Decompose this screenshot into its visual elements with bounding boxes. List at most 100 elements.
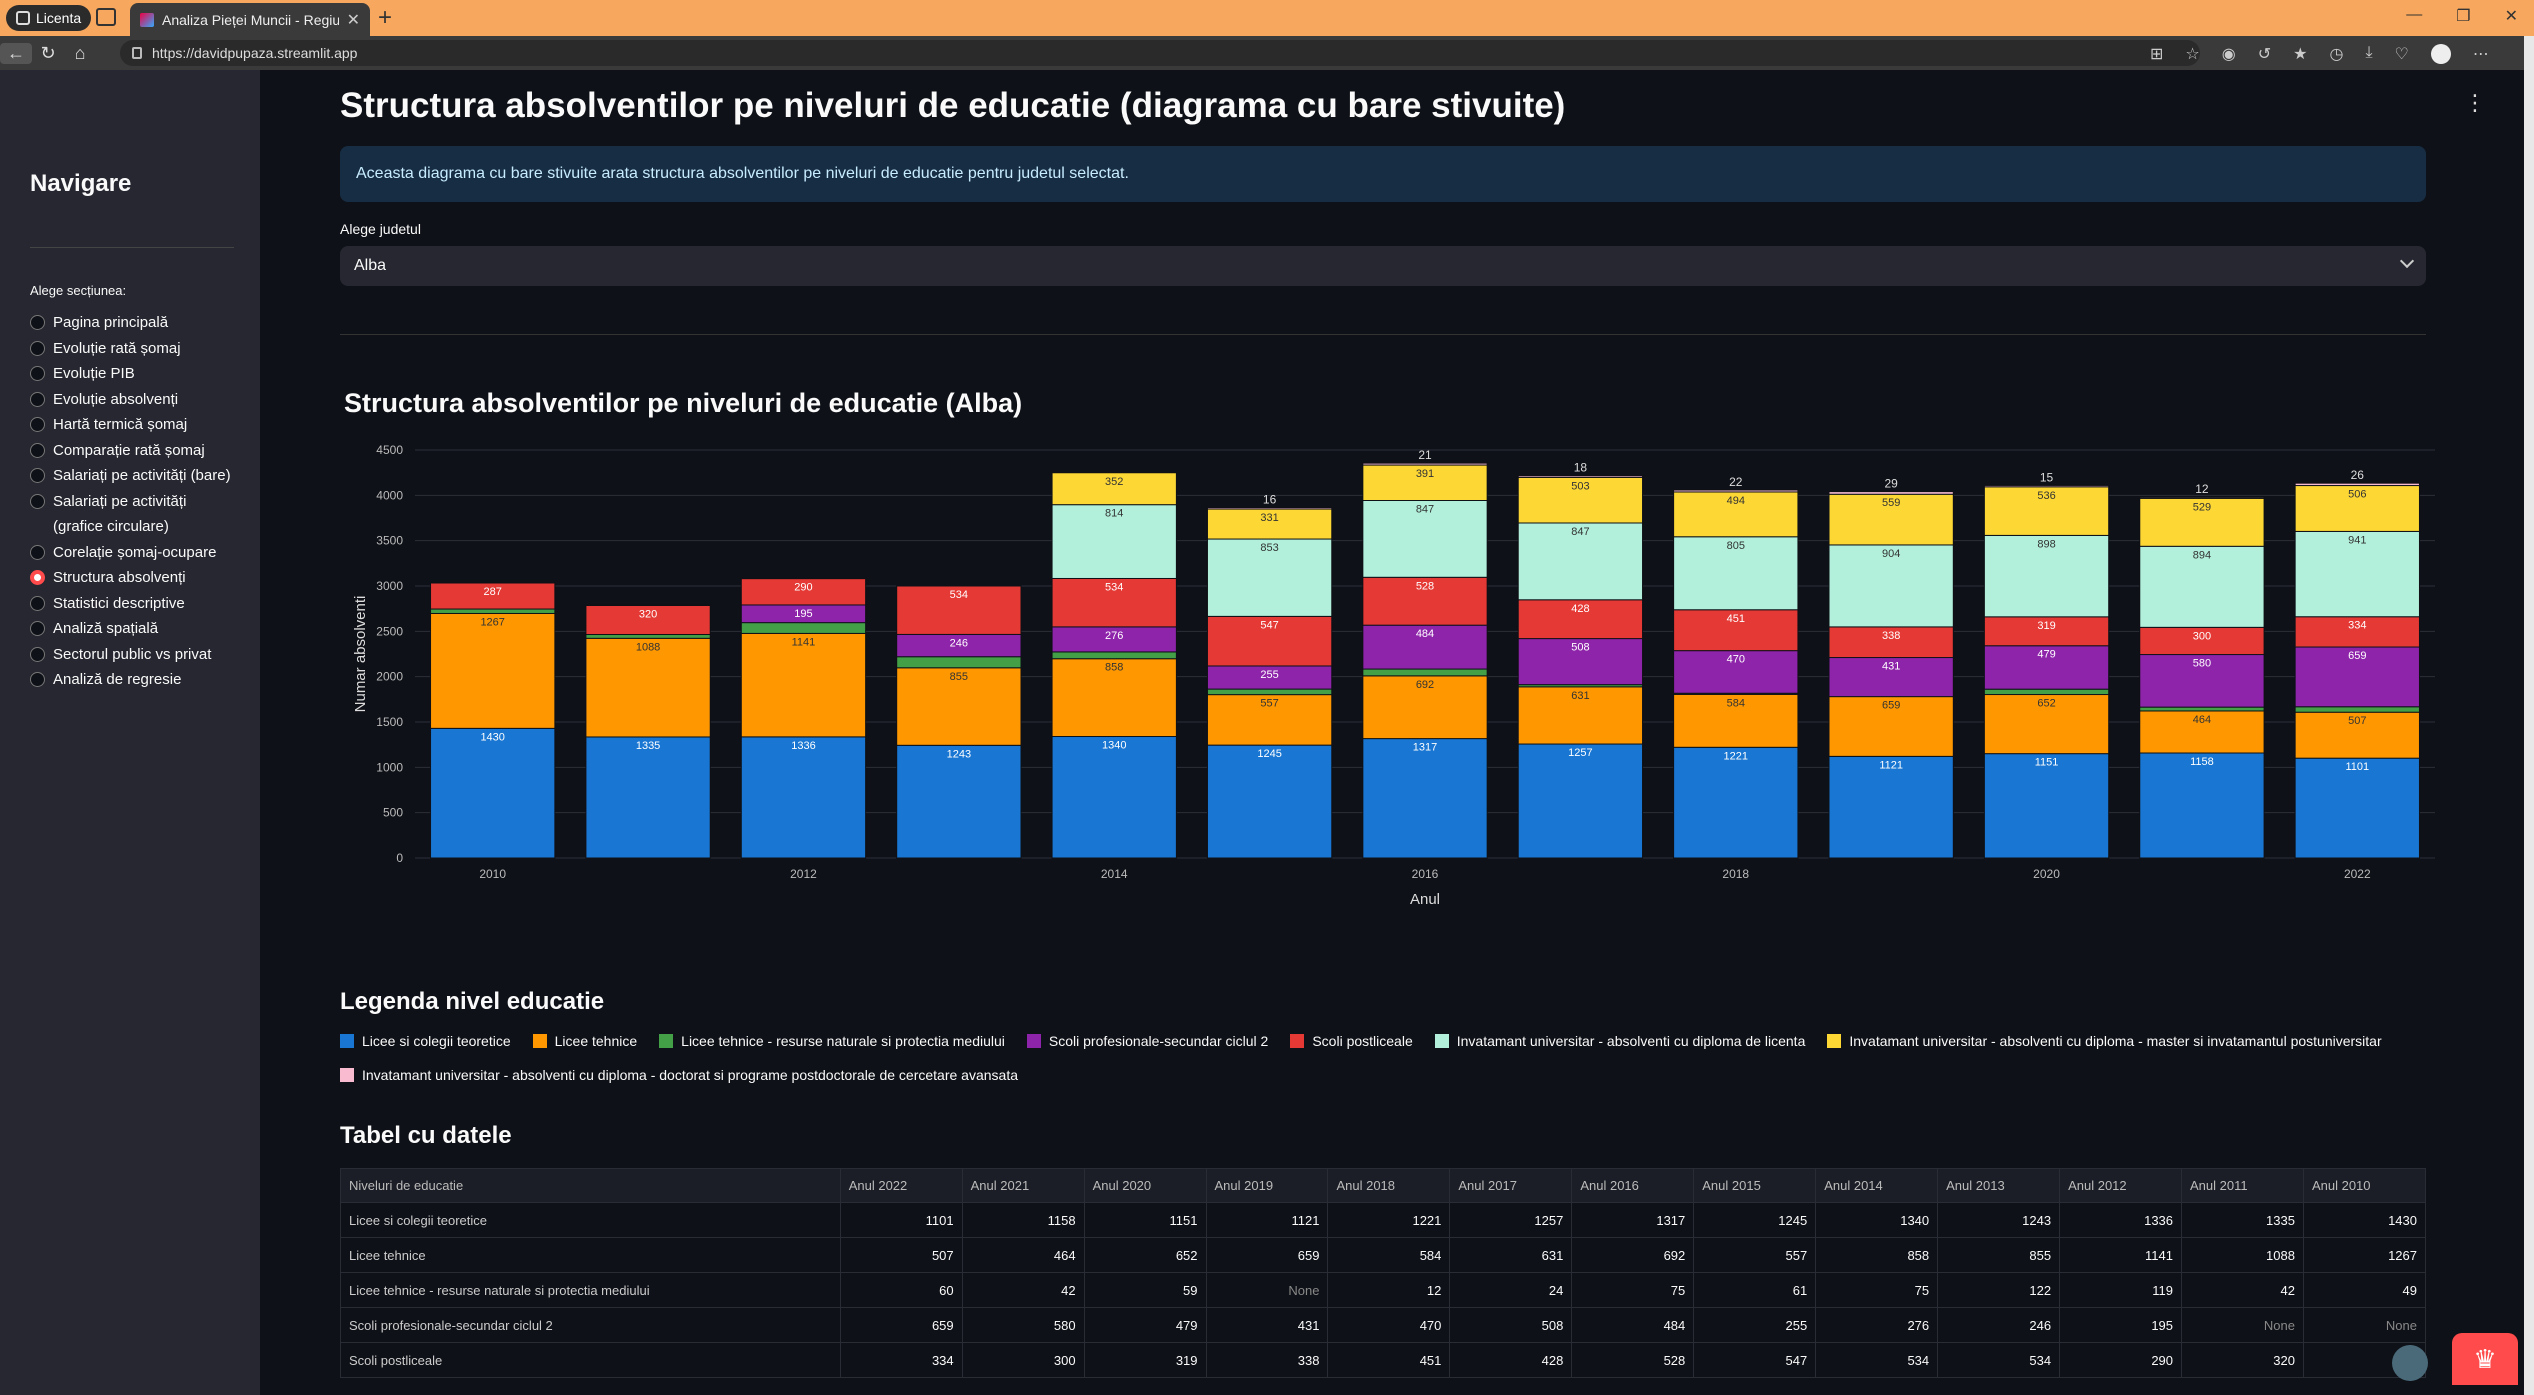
sidebar-radio-item[interactable]: Sectorul public vs privat (30, 642, 240, 668)
sidebar-radio-item[interactable]: Pagina principală (30, 310, 240, 336)
data-label: 1151 (2035, 757, 2059, 769)
table-cell: 464 (961, 1237, 1085, 1273)
streamlit-crown-button[interactable]: ♛ (2452, 1333, 2518, 1385)
table-header-cell[interactable]: Anul 2012 (2059, 1168, 2183, 1203)
bar-segment (430, 727, 556, 859)
data-label: 652 (2037, 698, 2055, 710)
radio-button-icon[interactable] (30, 672, 45, 687)
table-cell: 428 (1449, 1342, 1573, 1378)
avatar[interactable] (2430, 44, 2451, 64)
table-header-cell[interactable]: Anul 2016 (1571, 1168, 1695, 1203)
data-label: 814 (1105, 508, 1123, 520)
table-header-cell[interactable]: Anul 2011 (2181, 1168, 2304, 1203)
sidebar-radio-item[interactable]: Structura absolvenți (30, 565, 240, 591)
radio-button-icon[interactable] (30, 544, 45, 560)
table-header-cell[interactable]: Niveluri de educatie (340, 1168, 841, 1203)
viewer-avatar[interactable] (2392, 1345, 2428, 1381)
home-icon[interactable]: ⌂ (64, 43, 96, 64)
data-label: 506 (2348, 489, 2366, 501)
sidebar-radio-item[interactable]: Statistici descriptive (30, 591, 240, 617)
table-cell: 1245 (1693, 1202, 1817, 1238)
radio-button-icon[interactable] (30, 595, 45, 611)
sidebar-radio-item[interactable]: Evoluție PIB (30, 361, 240, 387)
data-label: 484 (1416, 628, 1434, 640)
sidebar-radio-item[interactable]: Evoluție rată șomaj (30, 336, 240, 362)
close-tab-icon[interactable]: ✕ (347, 10, 360, 30)
table-header-cell[interactable]: Anul 2022 (839, 1168, 963, 1203)
url-field[interactable]: https://davidpupaza.streamlit.app (120, 40, 2200, 66)
favorite-star-icon[interactable]: ☆ (2185, 44, 2199, 64)
radio-button-icon[interactable] (30, 366, 45, 381)
sidebar-radio-item[interactable]: Evoluție absolvenți (30, 387, 240, 413)
table-header-cell[interactable]: Anul 2017 (1449, 1168, 1573, 1203)
table-header-cell[interactable]: Anul 2020 (1083, 1168, 1207, 1203)
sidebar-radio-item[interactable]: Analiză de regresie (30, 667, 240, 693)
app-icon[interactable]: ⊞ (2150, 44, 2163, 64)
refresh-extension-icon[interactable]: ↺ (2258, 44, 2271, 64)
table-header-cell[interactable]: Anul 2018 (1327, 1168, 1451, 1203)
radio-button-icon[interactable] (30, 417, 45, 432)
tab-actions-icon[interactable] (96, 8, 116, 26)
radio-button-icon[interactable] (30, 468, 45, 483)
download-icon[interactable]: ⤓ (2365, 44, 2372, 64)
table-cell: 580 (961, 1307, 1085, 1343)
y-tick-label: 500 (383, 806, 403, 820)
sidebar-radio-label: Comparație rată șomaj (53, 441, 205, 459)
health-icon[interactable]: ♡ (2395, 44, 2409, 64)
data-label: 1243 (947, 748, 971, 760)
sidebar-radio-item[interactable]: Comparație rată șomaj (30, 438, 240, 464)
sidebar-radio-label: Evoluție absolvenți (53, 390, 179, 408)
new-tab-icon[interactable]: + (378, 4, 392, 32)
sidebar-radio-item[interactable]: Corelație șomaj-ocupare (30, 540, 240, 566)
back-icon[interactable]: ← (0, 42, 32, 64)
table-cell: 195 (2059, 1307, 2183, 1343)
radio-button-icon[interactable] (30, 493, 45, 509)
history-icon[interactable]: ◷ (2329, 44, 2343, 64)
bar-segment (1517, 743, 1644, 859)
minimize-icon[interactable]: — (2406, 6, 2422, 26)
table-header-cell[interactable]: Anul 2013 (1937, 1168, 2061, 1203)
extension-icon[interactable]: ◉ (2222, 44, 2236, 64)
browser-tab[interactable]: Analiza Pieței Muncii - Regiunea C ✕ (130, 3, 370, 36)
table-cell: 508 (1449, 1307, 1573, 1343)
app-menu-icon[interactable]: ⋮ (2464, 90, 2486, 116)
radio-button-icon[interactable] (30, 442, 45, 458)
table-header-cell[interactable]: Anul 2015 (1693, 1168, 1817, 1203)
sidebar-radio-item[interactable]: Hartă termică șomaj (30, 412, 240, 438)
data-label: 1088 (636, 641, 660, 653)
data-label: 559 (1882, 497, 1900, 509)
radio-button-icon[interactable] (30, 621, 45, 636)
radio-button-icon[interactable] (30, 391, 45, 407)
table-header-cell[interactable]: Anul 2021 (961, 1168, 1085, 1203)
data-label: 290 (794, 582, 812, 594)
radio-button-icon[interactable] (30, 315, 45, 330)
y-tick-label: 4000 (376, 488, 403, 502)
data-table: Niveluri de educatie Anul 2022 Anul 2021 An… (340, 1168, 2427, 1378)
window-controls: — ❐ ✕ (2406, 6, 2518, 26)
data-label: 1336 (791, 740, 815, 752)
reload-icon[interactable]: ↻ (32, 43, 64, 64)
close-window-icon[interactable]: ✕ (2505, 6, 2518, 26)
radio-button-icon[interactable] (30, 646, 45, 662)
data-label: 276 (1105, 630, 1123, 642)
sidebar-radio-item[interactable]: Analiză spațială (30, 616, 240, 642)
legend-swatch (340, 1068, 354, 1082)
profile-label: Licenta (36, 10, 82, 26)
main-content: Structura absolventilor pe niveluri de e… (260, 70, 2524, 1395)
sidebar-radio-item[interactable]: Salariați pe activități (grafice circula… (30, 489, 240, 540)
maximize-icon[interactable]: ❐ (2456, 6, 2470, 26)
legend-swatch (1290, 1034, 1305, 1048)
table-header-cell[interactable]: Anul 2010 (2302, 1168, 2427, 1203)
radio-button-icon[interactable] (30, 340, 45, 356)
profile-button[interactable]: Licenta (6, 5, 92, 31)
radio-button-icon[interactable] (30, 570, 45, 585)
table-header-cell[interactable]: Anul 2019 (1205, 1168, 1329, 1203)
legend-swatch (1434, 1034, 1449, 1048)
sidebar-radio-item[interactable]: Salariați pe activități (bare) (30, 463, 240, 489)
table-header-cell[interactable]: Anul 2014 (1815, 1168, 1939, 1203)
data-label: 536 (2037, 490, 2055, 502)
bar-segment (430, 608, 556, 614)
more-menu-icon[interactable]: ⋯ (2473, 44, 2489, 64)
favorites-icon[interactable]: ★ (2293, 44, 2307, 64)
county-select[interactable]: Alba (340, 246, 2426, 286)
